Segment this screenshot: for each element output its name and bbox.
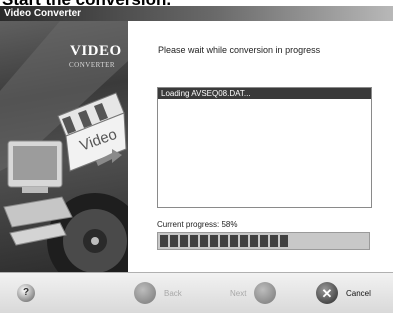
side-banner: Video VIDEO CONVERTER xyxy=(0,21,128,272)
cancel-button[interactable]: ✕ Cancel xyxy=(316,281,371,305)
window-title: Video Converter xyxy=(4,8,82,19)
cancel-label: Cancel xyxy=(346,288,371,298)
monitor-icon xyxy=(3,140,73,246)
next-button[interactable]: Next xyxy=(230,281,277,305)
next-arrow-icon xyxy=(254,282,277,304)
help-icon: ? xyxy=(22,287,30,298)
close-icon: ✕ xyxy=(316,282,338,304)
progress-label: Current progress: 58% xyxy=(157,220,238,229)
title-bar[interactable]: Video Converter xyxy=(0,6,393,21)
back-label: Back xyxy=(164,288,182,298)
converter-window: Video Converter Video VIDEO CONVERTER Pl… xyxy=(0,6,393,313)
log-line: Loading AVSEQ08.DAT... xyxy=(158,88,371,99)
help-button[interactable]: ? xyxy=(17,284,35,302)
footer-bar: ? Back Next ✕ Cancel xyxy=(0,272,393,313)
page: Start the conversion. Video Converter xyxy=(0,0,393,313)
banner-title: VIDEO xyxy=(70,43,122,59)
back-arrow-icon xyxy=(134,282,156,304)
content-panel: Please wait while conversion in progress… xyxy=(128,21,393,272)
conversion-log[interactable]: Loading AVSEQ08.DAT... xyxy=(157,87,372,208)
banner-subtitle: CONVERTER xyxy=(69,61,116,69)
next-label: Next xyxy=(230,288,247,298)
status-message: Please wait while conversion in progress xyxy=(158,45,321,55)
progress-bar-fill xyxy=(160,235,288,247)
progress-bar xyxy=(157,232,370,250)
back-button[interactable]: Back xyxy=(134,281,182,305)
